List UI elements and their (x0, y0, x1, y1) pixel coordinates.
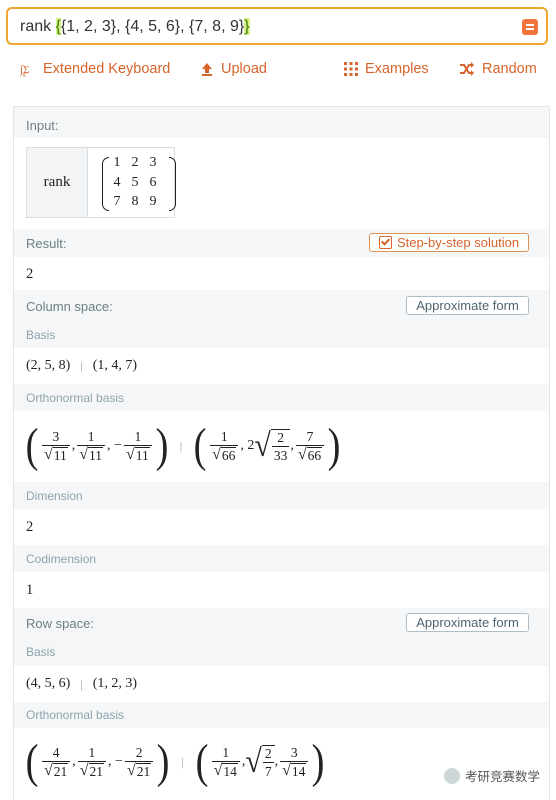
basis-label: Basis (26, 328, 56, 342)
basis-vector: (4, 5, 6) (26, 676, 71, 691)
basis-vector: (1, 2, 3) (92, 676, 138, 691)
input-label: Input: (26, 118, 59, 133)
matrix-cell: 3 (149, 155, 157, 170)
keyboard-icon: ∫Σπ (20, 64, 29, 77)
basis-vector: (2, 5, 8) (26, 358, 71, 373)
left-paren (102, 157, 109, 211)
matrix-cell: 6 (149, 175, 157, 190)
watermark: 考研竞赛数学 (443, 766, 540, 785)
basis-vector: (1, 4, 7) (92, 358, 138, 373)
dimension-pod (14, 509, 549, 545)
matrix-cell: 8 (131, 194, 139, 209)
rank-function: rank (27, 148, 88, 217)
extended-keyboard-button[interactable]: ∫Σ π Extended Keyboard (20, 61, 170, 77)
row-space-label: Row space: (26, 616, 94, 631)
column-orthonormal-value: ( 3 √ 11, 1 √ 11, − 1 √ 11 ) | ( 1 √ 66, 2 √ 2 33,… (25, 419, 341, 472)
row-basis-value: (4, 5, 6) | (1, 2, 3) (26, 676, 137, 692)
matrix-cell: 4 (113, 175, 121, 190)
basis-label: Basis (26, 645, 56, 659)
result-value: 2 (26, 266, 34, 282)
codimension-value: 1 (26, 582, 34, 598)
separator: | (181, 754, 184, 769)
result-pod (14, 257, 549, 290)
input-interpretation: rank 1 2 3 4 5 6 7 8 9 (26, 147, 176, 218)
column-space-label: Column space: (26, 299, 113, 314)
examples-button[interactable]: Examples (344, 61, 429, 77)
matrix-cell: 5 (131, 175, 139, 190)
toolbar: ∫Σ π Extended Keyboard Upload Examples Ra… (0, 52, 556, 86)
search-query[interactable]: rank {{1, 2, 3}, {4, 5, 6}, {7, 8, 9}} (20, 18, 250, 36)
dimension-value: 2 (26, 519, 34, 535)
svg-text:π: π (22, 73, 26, 77)
dimension-label: Dimension (26, 489, 83, 503)
separator: | (80, 676, 83, 691)
equals-icon[interactable] (522, 19, 538, 35)
approximate-form-button[interactable]: Approximate form (406, 613, 529, 632)
matrix-cell: 2 (131, 155, 139, 170)
search-input[interactable]: rank {{1, 2, 3}, {4, 5, 6}, {7, 8, 9}} (6, 7, 548, 45)
grid-icon (344, 62, 358, 76)
orthonormal-basis-label: Orthonormal basis (26, 391, 125, 405)
codimension-pod (14, 572, 549, 608)
shuffle-icon (460, 62, 474, 76)
right-paren (169, 157, 176, 211)
column-basis-value: (2, 5, 8) | (1, 4, 7) (26, 358, 137, 374)
matrix-cell: 7 (113, 194, 121, 209)
separator: | (80, 358, 83, 373)
step-by-step-button[interactable]: Step-by-step solution (369, 233, 529, 252)
upload-icon (202, 63, 212, 76)
orthonormal-basis-label: Orthonormal basis (26, 708, 125, 722)
result-label: Result: (26, 236, 67, 251)
wechat-icon (443, 767, 460, 784)
random-button[interactable]: Random (459, 61, 537, 77)
input-matrix: 1 2 3 4 5 6 7 8 9 (102, 153, 176, 211)
separator: | (179, 438, 183, 453)
checkbox-icon (378, 236, 392, 249)
matrix-cell: 9 (149, 194, 157, 209)
upload-button[interactable]: Upload (200, 61, 267, 77)
matrix-cell: 1 (113, 155, 121, 170)
approximate-form-button[interactable]: Approximate form (406, 296, 529, 315)
codimension-label: Codimension (26, 552, 97, 566)
row-orthonormal-value: ( 4 √ 21, 1 √ 21, − 2 √ 21 ) | ( 1 √ 14, √ 2 7, 3 √… (25, 735, 325, 788)
